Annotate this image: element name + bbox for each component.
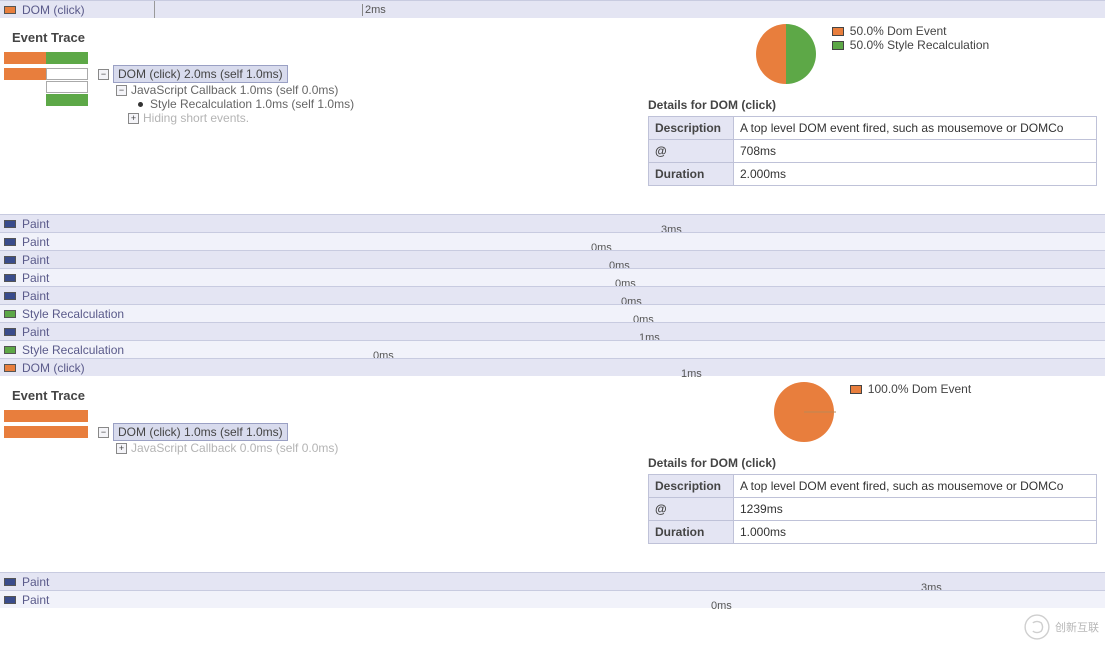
- legend-swatch-icon: [832, 27, 844, 36]
- event-row[interactable]: Paint0ms: [0, 286, 1105, 304]
- details-table-1: Description A top level DOM event fired,…: [648, 116, 1097, 186]
- pie-chart-1: [756, 24, 816, 84]
- tree-root[interactable]: − DOM (click) 2.0ms (self 1.0ms): [98, 65, 636, 83]
- event-label: Paint: [22, 235, 49, 249]
- swatch-icon: [4, 256, 16, 264]
- event-label: Style Recalculation: [22, 343, 124, 357]
- swatch-icon: [4, 578, 16, 586]
- th-duration: Duration: [649, 521, 734, 544]
- event-list: Paint3msPaint0msPaint0msPaint0msPaint0ms…: [0, 214, 1105, 376]
- event-row[interactable]: Style Recalculation0ms: [0, 304, 1105, 322]
- watermark: 创新互联: [1023, 613, 1099, 641]
- event-label: Paint: [22, 325, 49, 339]
- event-row[interactable]: Paint0ms: [0, 232, 1105, 250]
- event-time: 2ms: [362, 4, 386, 16]
- bullet-icon: [138, 102, 143, 107]
- swatch-icon: [4, 274, 16, 282]
- event-row[interactable]: DOM (click)1ms: [0, 358, 1105, 376]
- td-description: A top level DOM event fired, such as mou…: [734, 475, 1097, 498]
- legend-swatch-icon: [832, 41, 844, 50]
- event-row[interactable]: Paint3ms: [0, 572, 1105, 590]
- event-label: DOM (click): [22, 3, 85, 17]
- td-duration: 1.000ms: [734, 521, 1097, 544]
- event-row[interactable]: Paint3ms: [0, 214, 1105, 232]
- panel-1: Event Trace − DOM (click) 2.0ms (self 1.…: [0, 18, 1105, 196]
- tree-child-js-2[interactable]: + JavaScript Callback 0.0ms (self 0.0ms): [116, 441, 636, 455]
- event-label: DOM (click): [22, 361, 85, 375]
- event-row-dom-click-1[interactable]: DOM (click) 2ms: [0, 0, 1105, 18]
- td-duration: 2.000ms: [734, 163, 1097, 186]
- th-duration: Duration: [649, 163, 734, 186]
- th-description: Description: [649, 117, 734, 140]
- event-label: Paint: [22, 289, 49, 303]
- event-row[interactable]: Paint0ms: [0, 590, 1105, 608]
- event-label: Paint: [22, 217, 49, 231]
- event-row[interactable]: Style Recalculation0ms: [0, 340, 1105, 358]
- panel-2: Event Trace − DOM (click) 1.0ms (self 1.…: [0, 376, 1105, 554]
- event-label: Style Recalculation: [22, 307, 124, 321]
- expand-icon[interactable]: +: [128, 113, 139, 124]
- event-label: Paint: [22, 271, 49, 285]
- sidecol-2: 100.0% Dom Event Details for DOM (click)…: [640, 376, 1105, 554]
- trace-title: Event Trace: [12, 30, 636, 45]
- hiding-note[interactable]: + Hiding short events.: [128, 111, 636, 125]
- swatch-icon: [4, 346, 16, 354]
- event-list-footer: Paint3msPaint0ms: [0, 572, 1105, 608]
- event-label: Paint: [22, 575, 49, 589]
- sidecol-1: 50.0% Dom Event 50.0% Style Recalculatio…: [640, 18, 1105, 196]
- expand-icon[interactable]: +: [116, 443, 127, 454]
- details-title-2: Details for DOM (click): [648, 456, 1097, 470]
- event-row[interactable]: Paint0ms: [0, 250, 1105, 268]
- event-label: Paint: [22, 253, 49, 267]
- collapse-icon[interactable]: −: [116, 85, 127, 96]
- td-at: 708ms: [734, 140, 1097, 163]
- swatch-icon: [4, 6, 16, 14]
- swatch-icon: [4, 292, 16, 300]
- details-table-2: Description A top level DOM event fired,…: [648, 474, 1097, 544]
- tree-child-js[interactable]: − JavaScript Callback 1.0ms (self 0.0ms): [116, 83, 636, 97]
- swatch-icon: [4, 364, 16, 372]
- event-trace-2: Event Trace − DOM (click) 1.0ms (self 1.…: [0, 376, 640, 554]
- swatch-icon: [4, 238, 16, 246]
- collapse-icon[interactable]: −: [98, 69, 109, 80]
- pie-legend-1: 50.0% Dom Event 50.0% Style Recalculatio…: [832, 24, 989, 52]
- th-description: Description: [649, 475, 734, 498]
- pie-legend-2: 100.0% Dom Event: [850, 382, 971, 396]
- tree-child-style[interactable]: Style Recalculation 1.0ms (self 1.0ms): [138, 97, 636, 111]
- swatch-icon: [4, 310, 16, 318]
- legend-swatch-icon: [850, 385, 862, 394]
- event-trace-1: Event Trace − DOM (click) 2.0ms (self 1.…: [0, 18, 640, 196]
- td-description: A top level DOM event fired, such as mou…: [734, 117, 1097, 140]
- swatch-icon: [4, 596, 16, 604]
- event-row[interactable]: Paint1ms: [0, 322, 1105, 340]
- details-title-1: Details for DOM (click): [648, 98, 1097, 112]
- collapse-icon[interactable]: −: [98, 427, 109, 438]
- tree-root-2[interactable]: − DOM (click) 1.0ms (self 1.0ms): [98, 423, 636, 441]
- th-at: @: [649, 498, 734, 521]
- swatch-icon: [4, 328, 16, 336]
- td-at: 1239ms: [734, 498, 1097, 521]
- th-at: @: [649, 140, 734, 163]
- event-row[interactable]: Paint0ms: [0, 268, 1105, 286]
- pie-chart-2: [774, 382, 834, 442]
- event-label: Paint: [22, 593, 49, 607]
- swatch-icon: [4, 220, 16, 228]
- trace-title: Event Trace: [12, 388, 636, 403]
